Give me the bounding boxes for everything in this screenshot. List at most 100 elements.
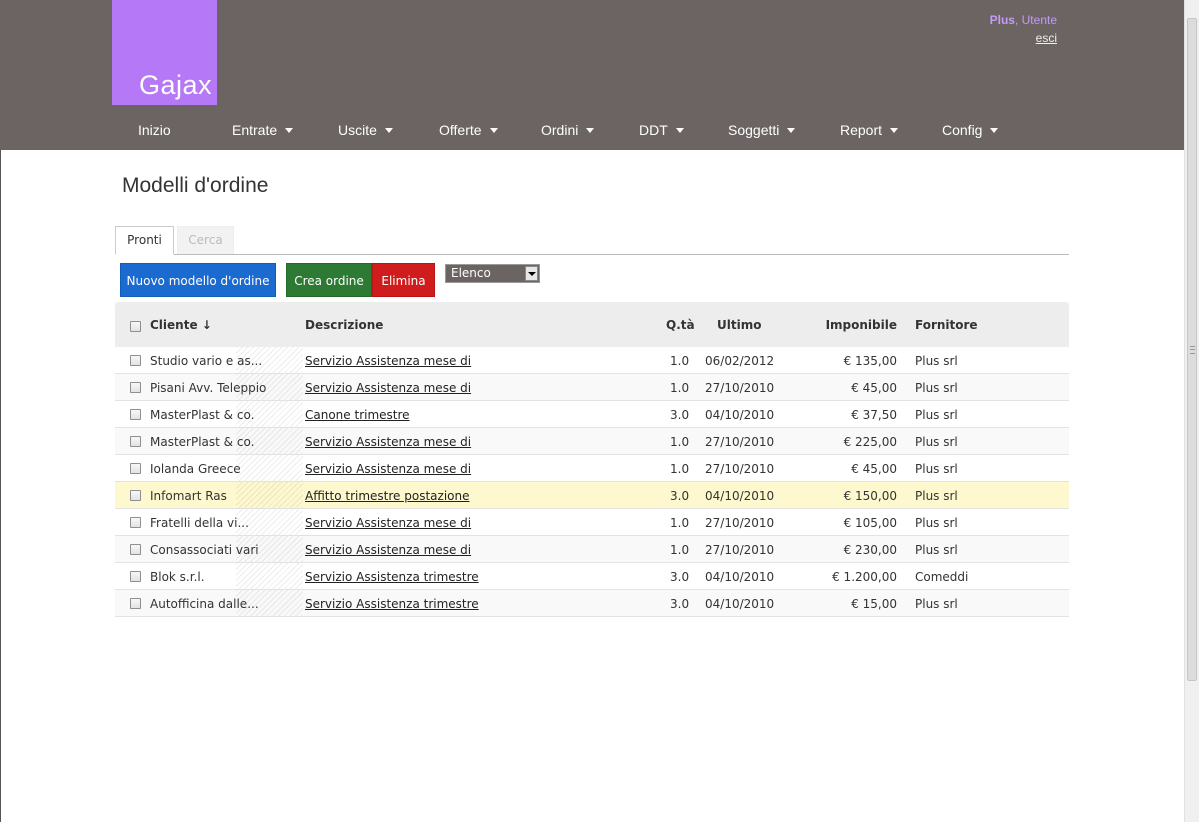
nav-ddt[interactable]: DDT — [639, 122, 684, 138]
table-row[interactable]: Blok s.r.l. Servizio Assistenza trimestre… — [115, 563, 1069, 590]
table-row[interactable]: Fratelli della vi... Servizio Assistenza … — [115, 509, 1069, 536]
row-checkbox[interactable] — [130, 436, 141, 447]
row-pattern — [236, 482, 303, 508]
table-row[interactable]: Infomart Ras Affitto trimestre postazione… — [115, 482, 1069, 509]
cell-fornitore: Plus srl — [915, 543, 958, 557]
cell-qta: 3.0 — [670, 489, 690, 503]
cell-descrizione-link[interactable]: Servizio Assistenza mese di — [305, 462, 471, 476]
cell-ultimo: 27/10/2010 — [705, 543, 775, 557]
logo-text: Gajax — [139, 70, 213, 100]
create-order-button[interactable]: Crea ordine — [286, 263, 372, 297]
chevron-down-icon — [586, 127, 595, 133]
row-checkbox[interactable] — [130, 409, 141, 420]
vertical-scrollbar[interactable] — [1184, 0, 1199, 822]
nav-inizio[interactable]: Inizio — [138, 122, 171, 138]
row-pattern — [236, 563, 303, 589]
tab-cerca[interactable]: Cerca — [177, 226, 234, 254]
cell-cliente: Autofficina dalle... — [150, 597, 259, 611]
cell-descrizione-link[interactable]: Servizio Assistenza mese di — [305, 381, 471, 395]
nav-soggetti[interactable]: Soggetti — [728, 122, 796, 138]
cell-fornitore: Comeddi — [915, 570, 969, 584]
dropdown-arrow-icon[interactable] — [525, 266, 538, 281]
header-qta[interactable]: Q.tà — [666, 318, 695, 332]
table-row[interactable]: Consassociati vari Servizio Assistenza me… — [115, 536, 1069, 563]
table-row[interactable]: Iolanda Greece Servizio Assistenza mese d… — [115, 455, 1069, 482]
header-imponibile[interactable]: Imponibile — [826, 318, 897, 332]
logo[interactable]: Gajax — [112, 0, 217, 105]
delete-button[interactable]: Elimina — [372, 263, 435, 297]
cell-cliente: MasterPlast & co. — [150, 408, 255, 422]
nav-entrate[interactable]: Entrate — [232, 122, 294, 138]
header-cliente[interactable]: Cliente ↓ — [150, 318, 212, 332]
cell-imponibile: € 45,00 — [851, 462, 897, 476]
cell-imponibile: € 37,50 — [851, 408, 897, 422]
cell-imponibile: € 230,00 — [843, 543, 897, 557]
nav-offerte[interactable]: Offerte — [439, 122, 498, 138]
table-row[interactable]: Autofficina dalle... Servizio Assistenza … — [115, 590, 1069, 617]
cell-descrizione-link[interactable]: Servizio Assistenza mese di — [305, 543, 471, 557]
row-checkbox[interactable] — [130, 571, 141, 582]
header-descrizione[interactable]: Descrizione — [305, 318, 383, 332]
cell-cliente: Consassociati vari — [150, 543, 259, 557]
cell-qta: 1.0 — [670, 516, 690, 530]
cell-cliente: Iolanda Greece — [150, 462, 241, 476]
row-checkbox[interactable] — [130, 463, 141, 474]
new-order-model-button[interactable]: Nuovo modello d'ordine — [120, 263, 276, 297]
table-row[interactable]: MasterPlast & co. Servizio Assistenza mes… — [115, 428, 1069, 455]
cell-ultimo: 27/10/2010 — [705, 516, 775, 530]
user-separator: , — [1014, 13, 1019, 27]
logout-link[interactable]: esci — [990, 29, 1057, 47]
cell-descrizione-link[interactable]: Servizio Assistenza trimestre — [305, 597, 479, 611]
header-fornitore[interactable]: Fornitore — [915, 318, 978, 332]
view-select[interactable]: Elenco — [445, 264, 540, 283]
nav-label: Offerte — [439, 122, 482, 138]
table-row[interactable]: Pisani Avv. Teleppio Servizio Assistenza … — [115, 374, 1069, 401]
cell-descrizione-link[interactable]: Servizio Assistenza mese di — [305, 354, 471, 368]
cell-ultimo: 27/10/2010 — [705, 435, 775, 449]
nav-report[interactable]: Report — [840, 122, 899, 138]
header-ultimo[interactable]: Ultimo — [717, 318, 761, 332]
cell-fornitore: Plus srl — [915, 462, 958, 476]
nav-config[interactable]: Config — [942, 122, 999, 138]
select-all-checkbox[interactable] — [130, 321, 141, 332]
user-info: Plus, Utente esci — [990, 11, 1057, 47]
row-checkbox[interactable] — [130, 598, 141, 609]
cell-qta: 3.0 — [670, 570, 690, 584]
cell-imponibile: € 15,00 — [851, 597, 897, 611]
cell-cliente: MasterPlast & co. — [150, 435, 255, 449]
cell-qta: 1.0 — [670, 354, 690, 368]
cell-imponibile: € 1.200,00 — [832, 570, 897, 584]
table-header: Cliente ↓ Descrizione Q.tà Ultimo Imponi… — [115, 302, 1069, 347]
chevron-down-icon — [787, 127, 796, 133]
cell-descrizione-link[interactable]: Affitto trimestre postazione — [305, 489, 469, 503]
cell-descrizione-link[interactable]: Servizio Assistenza mese di — [305, 435, 471, 449]
scrollbar-thumb[interactable] — [1187, 18, 1197, 681]
row-checkbox[interactable] — [130, 544, 141, 555]
cell-fornitore: Plus srl — [915, 435, 958, 449]
chevron-down-icon — [384, 127, 393, 133]
tab-pronti[interactable]: Pronti — [115, 226, 174, 255]
window-edge — [0, 150, 1, 822]
table-row[interactable]: Studio vario e as... Servizio Assistenza … — [115, 347, 1069, 374]
nav-label: Ordini — [541, 122, 579, 138]
nav-ordini[interactable]: Ordini — [541, 122, 595, 138]
row-checkbox[interactable] — [130, 382, 141, 393]
row-checkbox[interactable] — [130, 490, 141, 501]
nav-uscite[interactable]: Uscite — [338, 122, 393, 138]
cell-cliente: Infomart Ras — [150, 489, 227, 503]
cell-qta: 1.0 — [670, 435, 690, 449]
cell-fornitore: Plus srl — [915, 381, 958, 395]
row-checkbox[interactable] — [130, 517, 141, 528]
tabs-divider — [115, 254, 1069, 255]
table-row[interactable]: MasterPlast & co. Canone trimestre 3.0 04/1… — [115, 401, 1069, 428]
cell-ultimo: 27/10/2010 — [705, 462, 775, 476]
cell-imponibile: € 45,00 — [851, 381, 897, 395]
cell-ultimo: 04/10/2010 — [705, 570, 775, 584]
chevron-down-icon — [890, 127, 899, 133]
cell-descrizione-link[interactable]: Servizio Assistenza trimestre — [305, 570, 479, 584]
row-checkbox[interactable] — [130, 355, 141, 366]
cell-qta: 1.0 — [670, 543, 690, 557]
chevron-down-icon — [285, 127, 294, 133]
cell-descrizione-link[interactable]: Servizio Assistenza mese di — [305, 516, 471, 530]
cell-descrizione-link[interactable]: Canone trimestre — [305, 408, 410, 422]
